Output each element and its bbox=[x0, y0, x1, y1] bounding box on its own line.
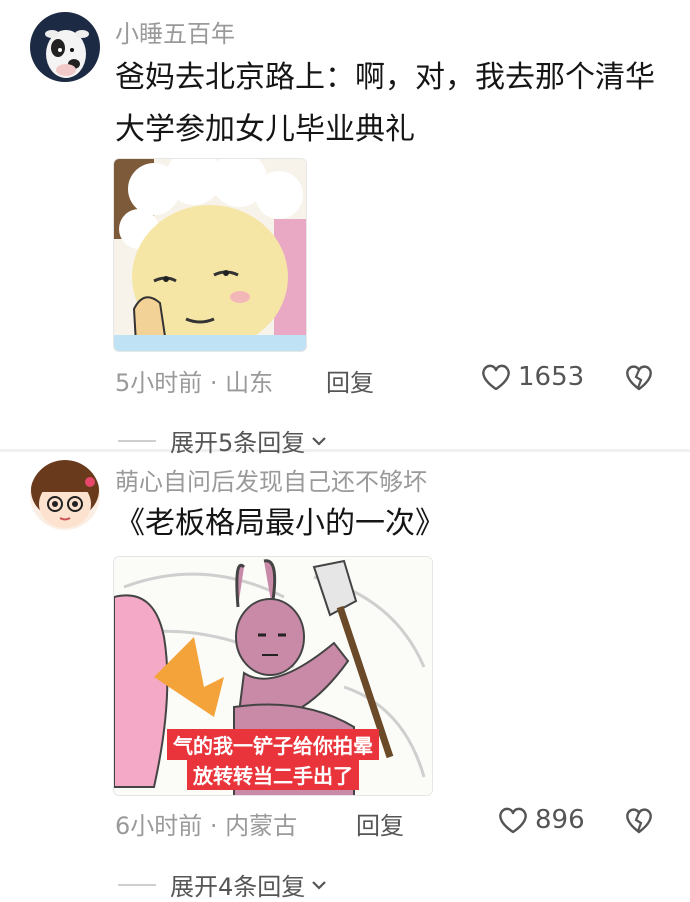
divider-dash bbox=[118, 439, 156, 442]
chevron-down-icon bbox=[312, 436, 327, 446]
username[interactable]: 小睡五百年 bbox=[115, 14, 235, 49]
cow-avatar-icon[interactable] bbox=[30, 12, 100, 82]
heart-icon bbox=[499, 807, 527, 834]
comment-text: 《老板格局最小的一次》 bbox=[115, 506, 445, 541]
time-location: 5小时前 · 山东 bbox=[115, 369, 274, 397]
like-button[interactable]: 896 bbox=[497, 805, 585, 835]
girl-avatar-icon[interactable] bbox=[30, 460, 100, 530]
username[interactable]: 萌心自问后发现自己还不够坏 bbox=[115, 462, 427, 497]
expand-replies-button[interactable]: 展开4条回复 bbox=[118, 867, 329, 902]
comment-text: 爸妈去北京路上：啊，对，我去那个清华大学参加女儿毕业典礼 bbox=[115, 60, 655, 147]
rabbit-shovel-sticker[interactable]: 气的我一铲子给你拍晕 放转转当二手出了 bbox=[113, 556, 433, 796]
like-count: 1653 bbox=[518, 362, 585, 392]
reply-button[interactable]: 回复 bbox=[326, 363, 374, 398]
broken-heart-icon[interactable] bbox=[624, 363, 654, 393]
broken-heart-icon[interactable] bbox=[624, 806, 654, 836]
expand-replies-label: 展开4条回复 bbox=[170, 873, 306, 901]
reply-button[interactable]: 回复 bbox=[356, 806, 404, 841]
like-button[interactable]: 1653 bbox=[480, 362, 584, 392]
divider-dash bbox=[118, 883, 156, 886]
heart-icon bbox=[482, 364, 510, 391]
comment-item: 萌心自问后发现自己还不够坏 《老板格局最小的一次》 气的我一铲子给你拍晕 放转转… bbox=[0, 452, 690, 901]
smug-sheep-sticker[interactable] bbox=[113, 158, 307, 352]
sticker-caption: 气的我一铲子给你拍晕 bbox=[167, 729, 379, 760]
sticker-caption: 放转转当二手出了 bbox=[187, 759, 359, 790]
chevron-down-icon bbox=[312, 880, 327, 890]
comment-item: 小睡五百年 爸妈去北京路上：啊，对，我去那个清华大学参加女儿毕业典礼 5小时前 … bbox=[0, 0, 690, 457]
time-location: 6小时前 · 内蒙古 bbox=[115, 812, 298, 840]
like-count: 896 bbox=[535, 805, 585, 835]
